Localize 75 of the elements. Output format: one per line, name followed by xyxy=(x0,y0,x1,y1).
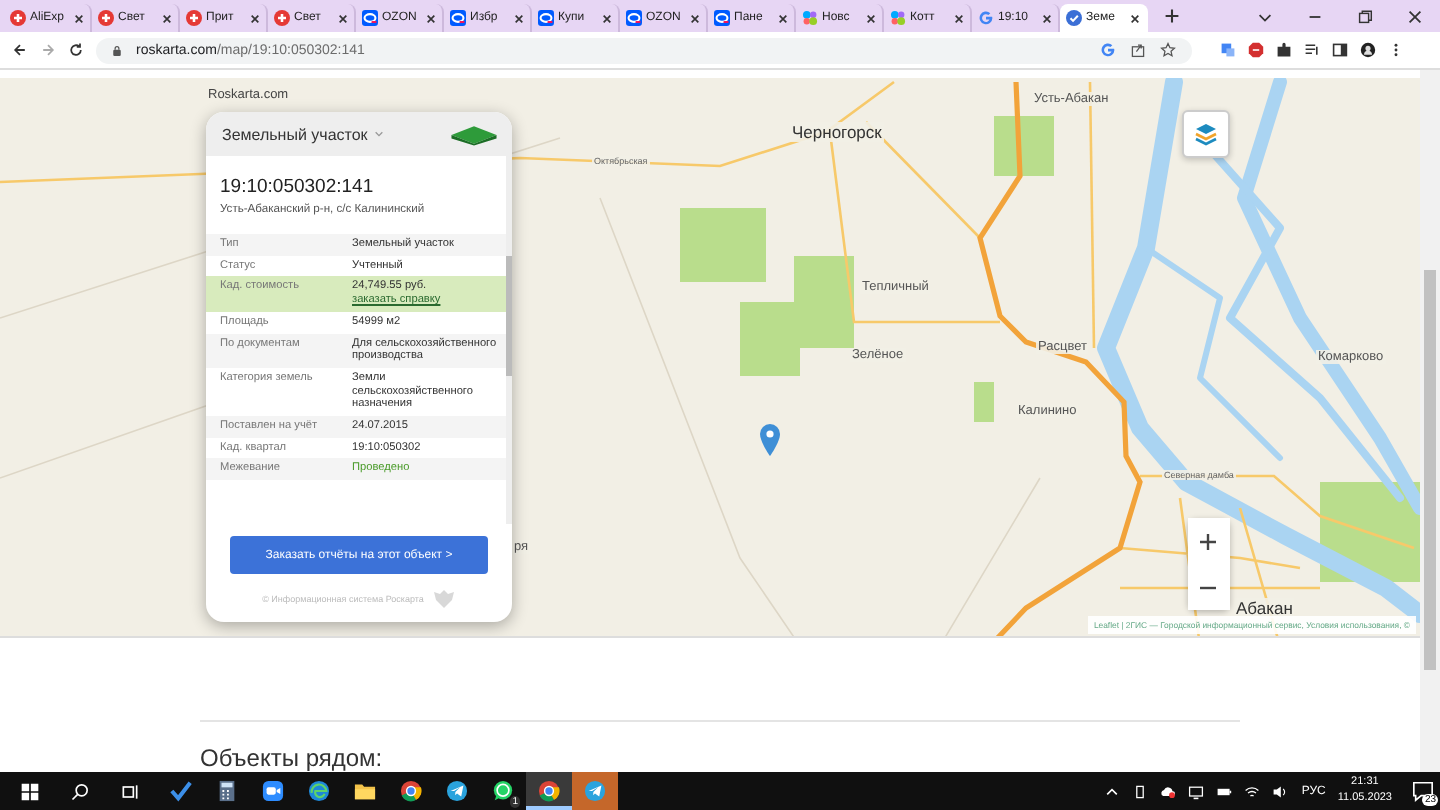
close-icon[interactable] xyxy=(250,13,260,23)
close-icon[interactable] xyxy=(74,13,84,23)
plus-icon xyxy=(1198,531,1218,551)
folder-icon xyxy=(354,780,376,802)
close-icon[interactable] xyxy=(866,13,876,23)
star-icon[interactable] xyxy=(1160,42,1176,58)
playlist-icon[interactable] xyxy=(1304,42,1320,58)
close-icon[interactable] xyxy=(690,13,700,23)
close-icon[interactable] xyxy=(426,13,436,23)
new-tab-icon[interactable] xyxy=(1164,8,1180,24)
battery-icon[interactable] xyxy=(1215,783,1232,799)
nearby-heading: Объекты рядом: xyxy=(200,744,385,772)
oval-logo-icon xyxy=(626,10,642,26)
oval-logo-icon xyxy=(714,10,730,26)
speaker-icon[interactable] xyxy=(1271,783,1288,799)
share-icon[interactable] xyxy=(1130,42,1146,58)
search-icon[interactable] xyxy=(70,781,90,801)
layers-button[interactable] xyxy=(1182,110,1230,158)
close-icon[interactable] xyxy=(1042,13,1052,23)
calculator-icon xyxy=(216,780,238,802)
close-icon[interactable] xyxy=(338,13,348,23)
land-plot-icon xyxy=(448,123,500,145)
close-icon[interactable] xyxy=(162,13,172,23)
map-place-label: Черногорск xyxy=(790,122,884,142)
paper-plane-icon xyxy=(584,780,606,802)
scrollbar-thumb[interactable] xyxy=(1424,270,1436,670)
reload-icon[interactable] xyxy=(68,42,84,58)
panel-title: Земельный участок xyxy=(222,125,368,143)
plus-circle-icon xyxy=(10,10,26,26)
windows-start-icon[interactable] xyxy=(20,781,40,801)
cloud-icon[interactable] xyxy=(1159,783,1176,799)
chrome-icon xyxy=(400,780,422,802)
eagle-emblem-icon xyxy=(431,586,456,610)
scrollbar-thumb[interactable] xyxy=(506,256,512,376)
close-icon[interactable] xyxy=(1406,7,1424,25)
google-icon[interactable] xyxy=(1100,42,1116,58)
google-icon xyxy=(978,10,994,26)
cadastral-number: 19:10:050302:141 xyxy=(218,176,376,198)
wifi-icon[interactable] xyxy=(1243,783,1260,799)
sidebar-icon[interactable] xyxy=(1332,42,1348,58)
layers-icon xyxy=(1194,122,1218,146)
monitor-icon[interactable] xyxy=(1187,783,1204,799)
plus-circle-icon xyxy=(186,10,202,26)
restore-icon[interactable] xyxy=(1356,7,1374,25)
oval-logo-icon xyxy=(538,10,554,26)
check-badge-icon xyxy=(1066,10,1082,26)
edge-icon xyxy=(308,780,330,802)
oval-logo-icon xyxy=(450,10,466,26)
speech-bubble-icon xyxy=(1411,780,1433,802)
oval-logo-icon xyxy=(362,10,378,26)
close-icon[interactable] xyxy=(514,13,524,23)
chrome-icon xyxy=(538,780,560,802)
back-icon[interactable] xyxy=(12,42,28,58)
usb-icon[interactable] xyxy=(1131,783,1148,799)
paper-plane-icon xyxy=(446,780,468,802)
zoom-in-button[interactable] xyxy=(1188,518,1230,564)
map-pin-icon[interactable] xyxy=(760,424,780,456)
task-view-icon[interactable] xyxy=(120,781,140,801)
petals-icon xyxy=(890,10,906,26)
taskbar-app[interactable] xyxy=(526,772,572,810)
map-place-label: Абакан xyxy=(1234,598,1295,618)
avatar-icon[interactable] xyxy=(1360,42,1376,58)
plus-circle-icon xyxy=(98,10,114,26)
close-icon[interactable] xyxy=(954,13,964,23)
checkmark-icon xyxy=(170,780,192,802)
close-icon[interactable] xyxy=(1130,13,1140,23)
plus-circle-icon xyxy=(274,10,290,26)
petals-icon xyxy=(802,10,818,26)
lock-icon xyxy=(112,43,122,57)
video-camera-icon xyxy=(262,780,284,802)
puzzle-icon[interactable] xyxy=(1276,42,1292,58)
chat-bubble-icon xyxy=(492,780,514,802)
close-icon[interactable] xyxy=(602,13,612,23)
close-icon[interactable] xyxy=(778,13,788,23)
chevron-up-icon[interactable] xyxy=(1103,783,1120,799)
